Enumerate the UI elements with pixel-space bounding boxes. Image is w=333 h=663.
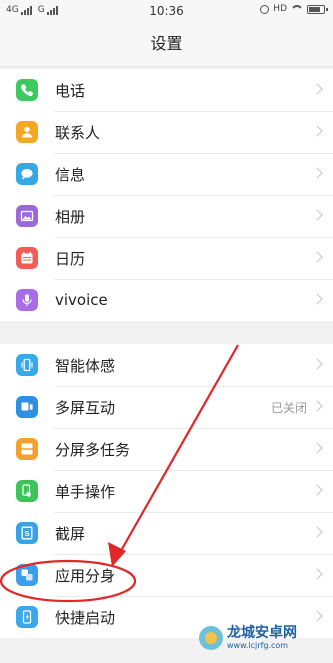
app-clone-icon <box>16 564 38 586</box>
settings-group-features: 智能体感多屏互动 已关闭分屏多任务单手操作 S 截屏应用分身快捷启动 <box>0 344 333 638</box>
one-hand-icon <box>16 480 38 502</box>
settings-item-label: 应用分身 <box>55 566 116 585</box>
settings-item-one-hand[interactable]: 单手操作 <box>0 470 333 512</box>
watermark: 龙城安卓网 www.lcjrfg.com <box>199 623 329 653</box>
settings-item-contacts[interactable]: 联系人 <box>0 111 333 153</box>
chevron-right-icon <box>311 167 323 179</box>
settings-item-multiscreen[interactable]: 多屏互动 已关闭 <box>0 386 333 428</box>
screenshot-icon: S <box>16 522 38 544</box>
battery-icon <box>307 4 328 14</box>
phone-icon <box>16 79 38 101</box>
settings-item-status: 已关闭 <box>270 400 307 415</box>
chevron-right-icon <box>311 610 323 622</box>
chevron-right-icon <box>311 83 323 95</box>
settings-item-message[interactable]: 信息 <box>0 153 333 195</box>
settings-item-label: 截屏 <box>55 524 86 543</box>
settings-item-album[interactable]: 相册 <box>0 195 333 237</box>
svg-text:S: S <box>24 529 29 538</box>
watermark-name: 龙城安卓网 <box>227 624 297 641</box>
settings-item-label: 分屏多任务 <box>55 440 131 459</box>
watermark-logo-icon <box>199 626 223 650</box>
settings-item-microphone[interactable]: vivoice <box>0 279 333 321</box>
wifi-icon <box>291 5 303 13</box>
settings-item-label: 联系人 <box>55 123 101 142</box>
settings-item-smart-motion[interactable]: 智能体感 <box>0 344 333 386</box>
split-screen-icon <box>16 438 38 460</box>
calendar-icon <box>16 247 38 269</box>
chevron-right-icon <box>311 442 323 454</box>
settings-item-label: 日历 <box>55 249 86 268</box>
chevron-right-icon <box>311 293 323 305</box>
microphone-icon <box>16 289 38 311</box>
status-bar: 4G G 10:36 HD <box>0 0 333 24</box>
chevron-right-icon <box>311 125 323 137</box>
settings-item-app-clone[interactable]: 应用分身 <box>0 554 333 596</box>
message-icon <box>16 163 38 185</box>
page-title: 设置 <box>150 34 183 53</box>
chevron-right-icon <box>311 526 323 538</box>
chevron-right-icon <box>311 251 323 263</box>
hd-label: HD <box>273 4 287 14</box>
contacts-icon <box>16 121 38 143</box>
chevron-right-icon <box>311 568 323 580</box>
chevron-right-icon <box>311 484 323 496</box>
quick-launch-icon <box>16 606 38 628</box>
settings-item-screenshot[interactable]: S 截屏 <box>0 512 333 554</box>
settings-item-phone[interactable]: 电话 <box>0 69 333 111</box>
settings-item-label: 电话 <box>55 81 86 100</box>
status-right-icons: HD <box>260 4 328 14</box>
title-bar: 设置 <box>0 24 333 67</box>
settings-item-calendar[interactable]: 日历 <box>0 237 333 279</box>
settings-item-label: 快捷启动 <box>55 608 116 627</box>
settings-item-split-screen[interactable]: 分屏多任务 <box>0 428 333 470</box>
watermark-url: www.lcjrfg.com <box>227 640 289 650</box>
settings-item-label: 多屏互动 <box>55 398 116 417</box>
settings-item-label: 智能体感 <box>55 356 116 375</box>
settings-item-label: vivoice <box>55 291 108 309</box>
album-icon <box>16 205 38 227</box>
multiscreen-icon <box>16 396 38 418</box>
settings-group-apps: 电话联系人信息相册日历 vivoice <box>0 69 333 321</box>
settings-item-label: 单手操作 <box>55 482 116 501</box>
chevron-right-icon <box>311 400 323 412</box>
settings-item-label: 信息 <box>55 165 86 184</box>
smart-motion-icon <box>16 354 38 376</box>
chevron-right-icon <box>311 358 323 370</box>
settings-item-label: 相册 <box>55 207 86 226</box>
alarm-icon <box>260 4 270 14</box>
chevron-right-icon <box>311 209 323 221</box>
